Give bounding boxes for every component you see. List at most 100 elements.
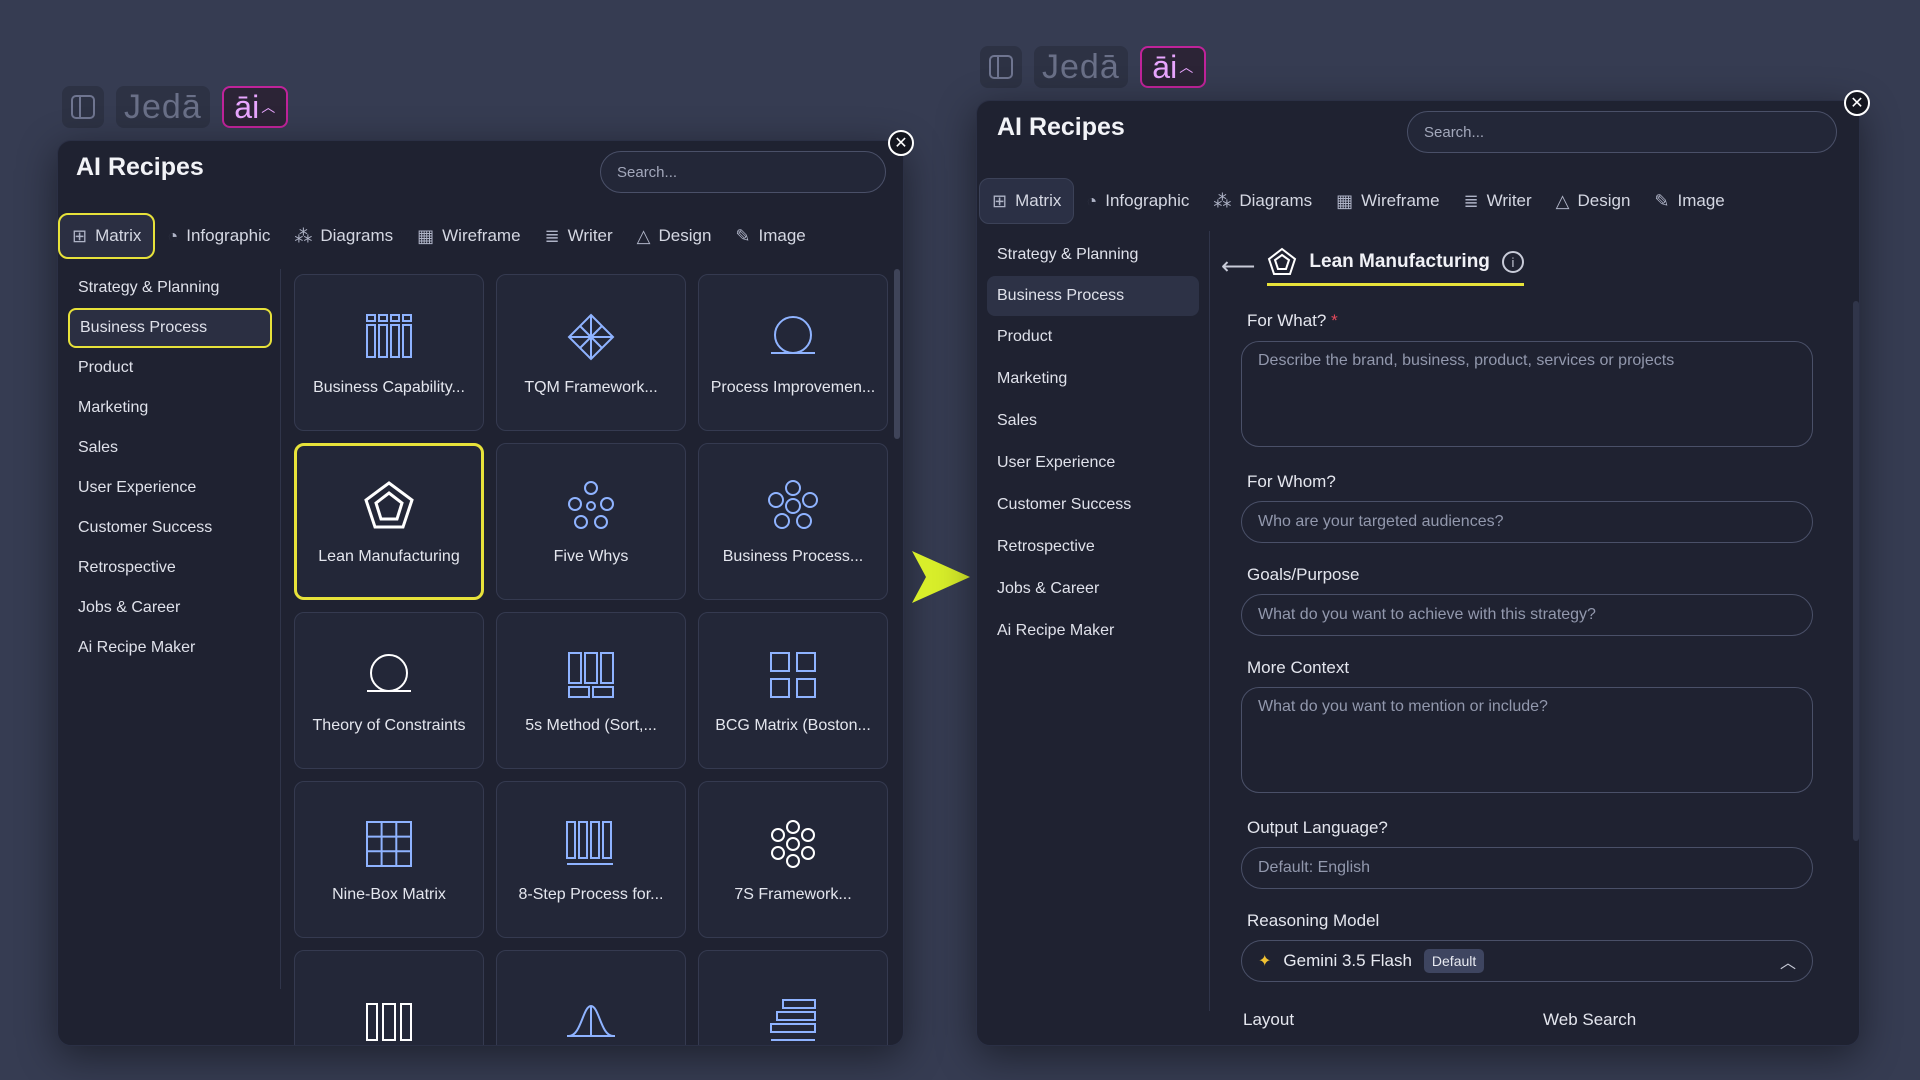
category-item[interactable]: User Experience	[68, 468, 272, 508]
goals-label: Goals/Purpose	[1247, 565, 1360, 584]
recipe-card[interactable]: 8-Step Process for...	[496, 781, 686, 938]
search-input[interactable]	[600, 151, 886, 193]
category-item[interactable]: Retrospective	[987, 526, 1199, 568]
category-item[interactable]: Retrospective	[68, 548, 272, 588]
close-icon[interactable]: ✕	[1844, 90, 1870, 116]
recipe-card-label: 7S Framework...	[734, 885, 852, 903]
recipe-card[interactable]: Business Process...	[698, 443, 888, 600]
tab-wireframe[interactable]: ▦ Wireframe	[1324, 178, 1451, 224]
jeda-logo[interactable]: Jedā	[1034, 46, 1128, 88]
chevron-up-icon: ︿	[261, 99, 276, 115]
cycle-icon	[771, 315, 815, 354]
tab-infographic[interactable]: ◔ Infographic	[1074, 178, 1201, 224]
recipe-card[interactable]: 7S Framework...	[698, 781, 888, 938]
tab-label: Image	[758, 226, 806, 245]
left-ai-recipes-panel: AI Recipes ⊞ Matrix ◔ Infographic ⁂ Diagram…	[57, 140, 904, 1046]
tab-diagrams[interactable]: ⁂ Diagrams	[1201, 178, 1324, 224]
quad-icon	[770, 651, 816, 698]
tab-wireframe[interactable]: ▦ Wireframe	[405, 213, 532, 259]
tab-design[interactable]: △ Design	[1544, 178, 1643, 224]
category-item[interactable]: Customer Success	[987, 484, 1199, 526]
recipe-card[interactable]	[698, 950, 888, 1045]
recipe-card[interactable]	[496, 950, 686, 1045]
model-select[interactable]: ✦ Gemini 3.5 Flash Default ︿	[1241, 940, 1813, 982]
image-icon: ✎	[1654, 190, 1670, 211]
wireframe-icon: ▦	[417, 225, 435, 246]
category-item[interactable]: Marketing	[987, 358, 1199, 400]
tab-image[interactable]: ✎ Image	[1642, 178, 1736, 224]
category-item[interactable]: Product	[987, 316, 1199, 358]
category-item[interactable]: Ai Recipe Maker	[68, 628, 272, 668]
jeda-logo[interactable]: Jedā	[116, 86, 210, 128]
grid-icon: ⊞	[72, 225, 88, 246]
sidebar-toggle-icon[interactable]	[980, 46, 1022, 88]
model-name: Gemini 3.5 Flash	[1283, 951, 1412, 970]
category-item[interactable]: Sales	[68, 428, 272, 468]
recipe-card-label: Theory of Constraints	[312, 716, 466, 734]
category-item-selected[interactable]: Business Process	[987, 276, 1199, 316]
tab-infographic[interactable]: ◔ Infographic	[155, 213, 282, 259]
close-icon[interactable]: ✕	[888, 130, 914, 156]
for-whom-field[interactable]	[1241, 501, 1813, 543]
design-icon: △	[636, 225, 651, 246]
category-item[interactable]: Jobs & Career	[68, 588, 272, 628]
tab-image[interactable]: ✎ Image	[723, 213, 817, 259]
category-item[interactable]: Jobs & Career	[987, 568, 1199, 610]
for-what-field[interactable]	[1241, 341, 1813, 447]
category-item[interactable]: Ai Recipe Maker	[987, 610, 1199, 652]
recipe-card[interactable]: Nine-Box Matrix	[294, 781, 484, 938]
recipe-card[interactable]: BCG Matrix (Boston...	[698, 612, 888, 769]
back-arrow-icon[interactable]: ⟵	[1221, 252, 1255, 281]
cycle-icon	[367, 653, 411, 692]
arrow-right-icon	[912, 551, 970, 603]
recipe-card[interactable]	[294, 950, 484, 1045]
category-item-selected[interactable]: Business Process	[68, 308, 272, 348]
ai-menu-button[interactable]: āi ︿	[1139, 46, 1206, 88]
recipe-card-selected[interactable]: Lean Manufacturing	[294, 443, 484, 600]
tab-label: Writer	[1486, 191, 1532, 210]
tab-label: Wireframe	[442, 226, 521, 245]
tab-design[interactable]: △ Design	[625, 213, 724, 259]
panel-title: AI Recipes	[76, 153, 204, 181]
recipe-card[interactable]: Business Capability...	[294, 274, 484, 431]
category-item[interactable]: Strategy & Planning	[987, 234, 1199, 276]
recipe-card-label: Lean Manufacturing	[318, 547, 460, 565]
category-item[interactable]: Marketing	[68, 388, 272, 428]
chevron-up-icon: ︿	[1779, 955, 1796, 972]
goals-field[interactable]	[1241, 594, 1813, 636]
tab-matrix[interactable]: ⊞ Matrix	[58, 213, 156, 259]
info-icon[interactable]: i	[1501, 251, 1524, 273]
tab-diagrams[interactable]: ⁂ Diagrams	[282, 213, 405, 259]
recipe-card-label: Five Whys	[553, 547, 629, 565]
tab-writer[interactable]: ≣ Writer	[533, 213, 625, 259]
recipe-card[interactable]: Theory of Constraints	[294, 612, 484, 769]
ai-menu-button[interactable]: āi ︿	[221, 86, 288, 128]
category-item[interactable]: Customer Success	[68, 508, 272, 548]
language-field[interactable]	[1241, 847, 1813, 889]
bars-icon	[566, 820, 613, 865]
scrollbar[interactable]	[894, 269, 900, 439]
recipe-header: ⟵ Lean Manufacturing i	[1221, 247, 1524, 286]
tab-writer[interactable]: ≣ Writer	[1452, 178, 1544, 224]
recipe-card-label: 8-Step Process for...	[518, 885, 664, 903]
context-field[interactable]	[1241, 687, 1813, 793]
search-input[interactable]	[1407, 111, 1837, 153]
sidebar-toggle-icon[interactable]	[62, 86, 104, 128]
recipe-tabs: ⊞ Matrix ◔ Infographic ⁂ Diagrams ▦ Wirefram…	[58, 213, 818, 259]
recipe-card-label: Nine-Box Matrix	[332, 885, 446, 903]
columns-icon	[366, 1002, 412, 1041]
recipe-card[interactable]: 5s Method (Sort,...	[496, 612, 686, 769]
recipe-card[interactable]: Process Improvemen...	[698, 274, 888, 431]
required-marker: *	[1331, 311, 1338, 330]
category-item[interactable]: Strategy & Planning	[68, 268, 272, 308]
category-item[interactable]: Product	[68, 348, 272, 388]
stack-icon	[770, 998, 816, 1041]
category-item[interactable]: User Experience	[987, 442, 1199, 484]
image-icon: ✎	[735, 225, 751, 246]
category-item[interactable]: Sales	[987, 400, 1199, 442]
label-text: For What?	[1247, 311, 1327, 330]
recipe-card[interactable]: TQM Framework...	[496, 274, 686, 431]
scrollbar[interactable]	[1853, 301, 1859, 841]
recipe-card[interactable]: Five Whys	[496, 443, 686, 600]
tab-matrix[interactable]: ⊞ Matrix	[979, 178, 1075, 224]
